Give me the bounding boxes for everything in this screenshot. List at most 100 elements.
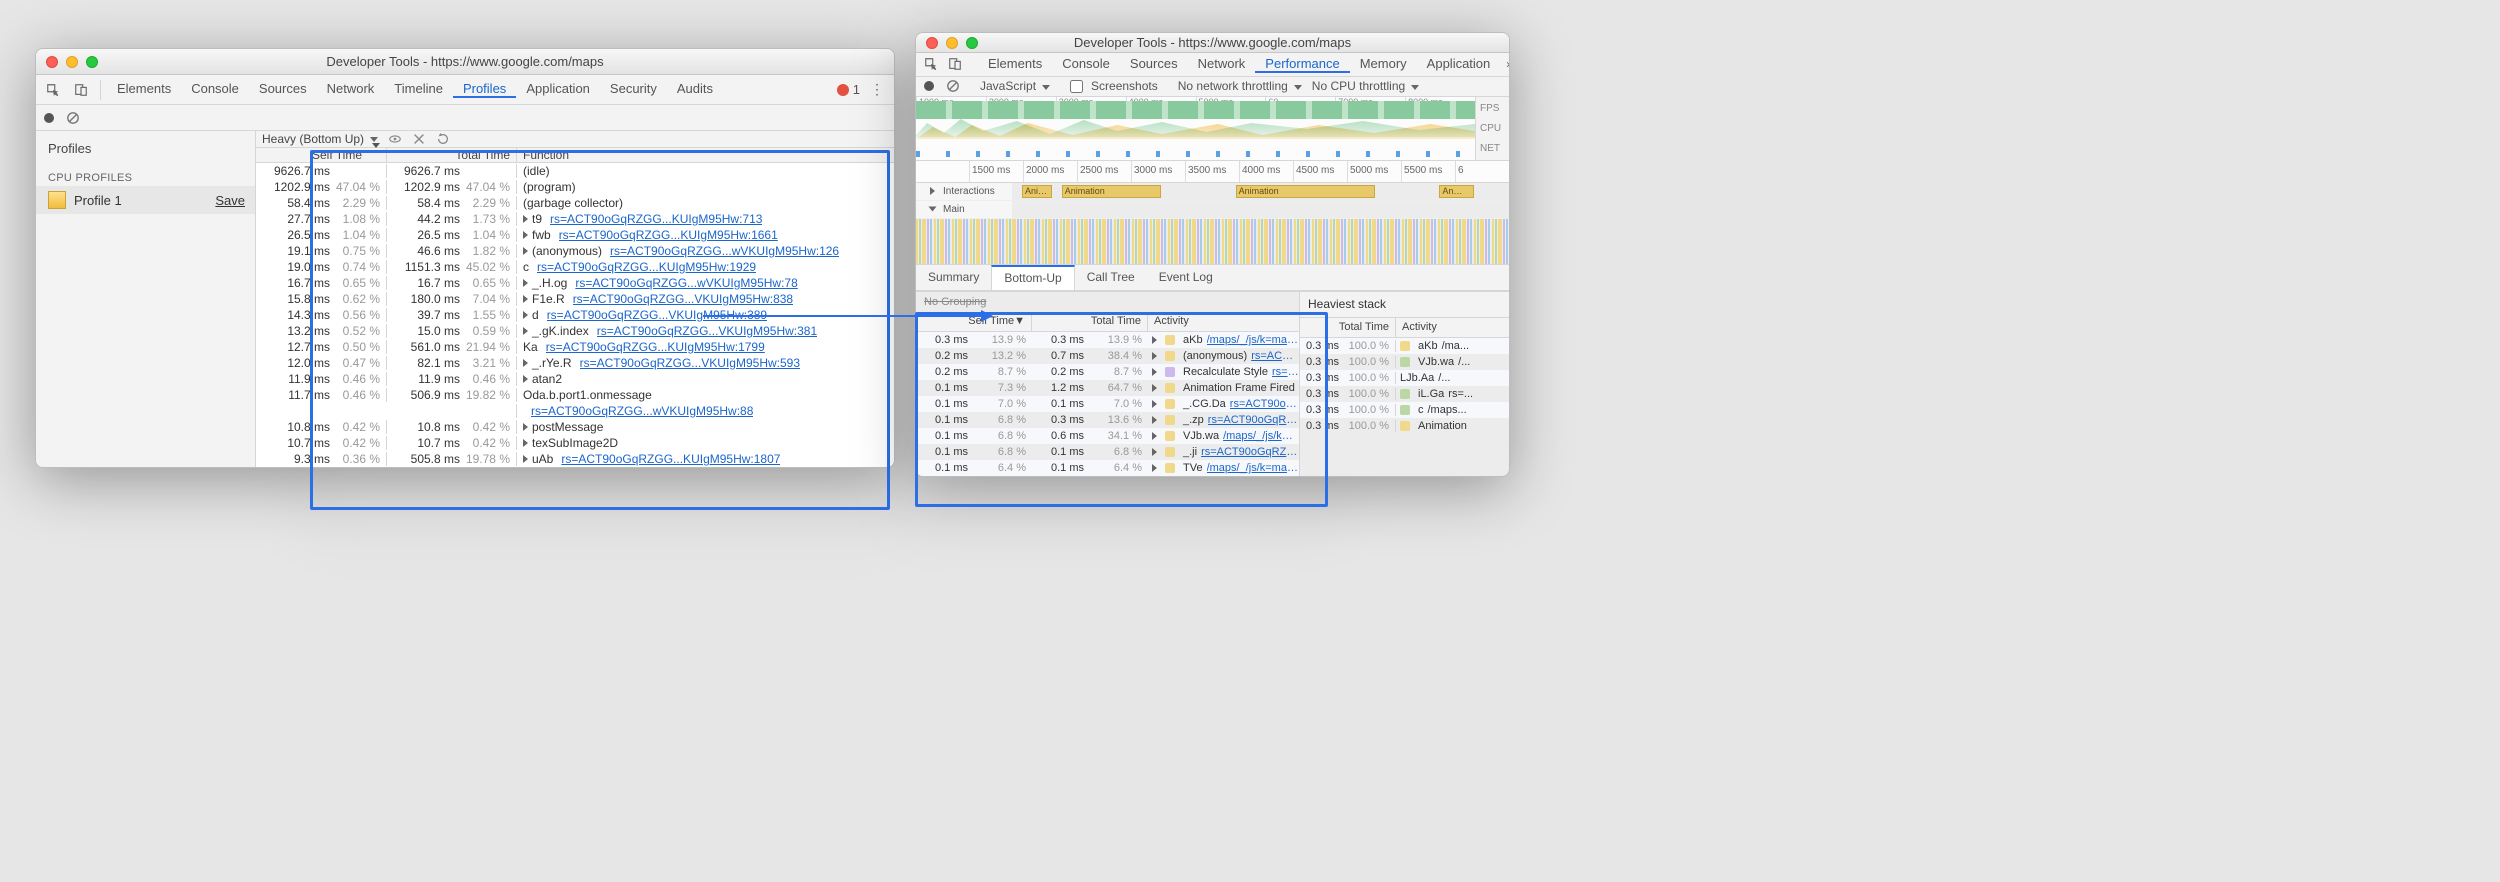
source-link[interactable]: /maps/_/js/k=maps.m.en.yeALR... (1207, 334, 1299, 346)
error-count-badge[interactable]: 1 (837, 82, 860, 97)
track-segment[interactable]: Animation (1062, 185, 1161, 198)
tab-security[interactable]: Security (600, 81, 667, 96)
source-link[interactable]: rs=... (1448, 388, 1473, 400)
heaviest-stack-row[interactable]: 0.3 ms100.0 %VJb.wa /... (1300, 354, 1509, 370)
profile-row[interactable]: 12.7 ms0.50 %561.0 ms21.94 %Kars=ACT90oG… (256, 339, 894, 355)
source-link[interactable]: rs=ACT90oGqRZGG...wVKUIgM95Hw:88 (531, 404, 753, 418)
expand-triangle-icon[interactable] (523, 215, 528, 223)
expand-triangle-icon[interactable] (1152, 384, 1157, 392)
bottom-up-row[interactable]: 0.1 ms6.8 %0.3 ms13.6 %_.zp rs=ACT90oGqR… (916, 412, 1299, 428)
source-link[interactable]: rs=ACT90oGqRZ... (1272, 366, 1299, 378)
tab-profiles[interactable]: Profiles (453, 81, 516, 98)
profile-save-link[interactable]: Save (215, 193, 245, 208)
delete-x-icon[interactable] (412, 132, 426, 146)
close-window-button[interactable] (926, 37, 938, 49)
tab-network[interactable]: Network (1188, 56, 1256, 71)
bottom-tab-bottom-up[interactable]: Bottom-Up (991, 265, 1074, 290)
profile-row[interactable]: 10.8 ms0.42 %10.8 ms0.42 %postMessage (256, 419, 894, 435)
overflow-chevrons-icon[interactable]: » (1506, 57, 1509, 71)
bottom-tab-event-log[interactable]: Event Log (1147, 265, 1225, 290)
profile-row[interactable]: 9626.7 ms9626.7 ms(idle) (256, 163, 894, 179)
track-segment[interactable]: Ani…ion (1022, 185, 1052, 198)
tab-application[interactable]: Application (1417, 56, 1501, 71)
performance-overview[interactable]: 1000 ms2000 ms3000 ms4000 ms5000 ms60700… (916, 97, 1509, 161)
source-link[interactable]: rs=ACT90oGqRZGGxuWo-z8BL... (1201, 446, 1299, 458)
expand-triangle-icon[interactable] (523, 375, 528, 383)
expand-triangle-icon[interactable] (523, 439, 528, 447)
bottom-up-row[interactable]: 0.1 ms7.3 %1.2 ms64.7 %Animation Frame F… (916, 380, 1299, 396)
source-link[interactable]: rs=ACT90oGqRZGG...KUIgM95Hw:713 (550, 212, 762, 226)
heaviest-stack-row[interactable]: 0.3 ms100.0 %Animation (1300, 418, 1509, 434)
profile-row[interactable]: 11.9 ms0.46 %11.9 ms0.46 %atan2 (256, 371, 894, 387)
zoom-window-button[interactable] (966, 37, 978, 49)
expand-triangle-icon[interactable] (1152, 400, 1157, 408)
heaviest-stack-row[interactable]: 0.3 ms100.0 %iL.Ga rs=... (1300, 386, 1509, 402)
profile-row[interactable]: 11.7 ms0.46 %506.9 ms19.82 %Oda.b.port1.… (256, 387, 894, 403)
header-self-time[interactable]: Self Time (312, 148, 362, 162)
grouping-label[interactable]: No Grouping (916, 292, 1299, 312)
tab-memory[interactable]: Memory (1350, 56, 1417, 71)
bottom-up-row[interactable]: 0.1 ms6.8 %0.1 ms6.8 %_.ji rs=ACT90oGqRZ… (916, 444, 1299, 460)
profile-row[interactable]: 9.3 ms0.36 %505.8 ms19.78 %uAbrs=ACT90oG… (256, 451, 894, 467)
js-dropdown[interactable]: JavaScript (980, 79, 1050, 93)
heaviest-stack-row[interactable]: 0.3 ms100.0 %LJb.Aa /... (1300, 370, 1509, 386)
expand-triangle-icon[interactable] (523, 247, 528, 255)
source-link[interactable]: /... (1458, 356, 1470, 368)
tab-timeline[interactable]: Timeline (384, 81, 453, 96)
device-toggle-icon[interactable] (948, 55, 962, 73)
source-link[interactable]: /maps/_/js/k=maps.m.en.ye... (1223, 430, 1299, 442)
header-total-time[interactable]: Total Time (1300, 318, 1396, 337)
profile-row[interactable]: 26.5 ms1.04 %26.5 ms1.04 %fwbrs=ACT90oGq… (256, 227, 894, 243)
source-link[interactable]: rs=ACT90oGqRZGGxuWo... (1230, 398, 1299, 410)
source-link[interactable]: rs=ACT90oGqRZGG...wVKUIgM95Hw:126 (610, 244, 839, 258)
device-toggle-icon[interactable] (72, 81, 90, 99)
refresh-icon[interactable] (436, 132, 450, 146)
tab-sources[interactable]: Sources (249, 81, 317, 96)
minimize-window-button[interactable] (66, 56, 78, 68)
timeline-ruler[interactable]: 1500 ms2000 ms2500 ms3000 ms3500 ms4000 … (916, 161, 1509, 183)
bottom-up-row[interactable]: 0.2 ms8.7 %0.2 ms8.7 %Recalculate Style … (916, 364, 1299, 380)
clear-icon[interactable] (66, 111, 80, 125)
net-throttle-dropdown[interactable]: No network throttling (1178, 79, 1302, 93)
header-total-time[interactable]: Total Time (1091, 315, 1141, 327)
source-link[interactable]: rs=ACT90oGqRZGG...KUIgM95Hw:1661 (559, 228, 778, 242)
expand-triangle-icon[interactable] (1152, 432, 1157, 440)
record-icon[interactable] (42, 111, 56, 125)
tab-elements[interactable]: Elements (978, 56, 1052, 71)
header-activity[interactable]: Activity (1396, 318, 1509, 337)
expand-triangle-icon[interactable] (1152, 336, 1157, 344)
header-total-time[interactable]: Total Time (455, 148, 510, 162)
zoom-window-button[interactable] (86, 56, 98, 68)
source-link[interactable]: rs=ACT90oGqRZGG...KUIgM95Hw:1807 (561, 452, 780, 466)
source-link[interactable]: rs=ACT90oGqRZGG...KUIgM95Hw:1799 (546, 340, 765, 354)
expand-triangle-icon[interactable] (523, 295, 528, 303)
timeline-tracks[interactable]: Interactions Ani…ion Animation Animation… (916, 183, 1509, 219)
track-segment[interactable]: An…on (1439, 185, 1474, 198)
source-link[interactable]: rs=ACT90oGqRZGGx... (1251, 350, 1299, 362)
source-link[interactable]: rs=ACT90oGqRZGGxuWo-z8B... (1208, 414, 1299, 426)
profile-row[interactable]: 12.0 ms0.47 %82.1 ms3.21 %_.rYe.Rrs=ACT9… (256, 355, 894, 371)
header-activity[interactable]: Activity (1154, 315, 1189, 327)
profile-row[interactable]: 13.2 ms0.52 %15.0 ms0.59 %_.gK.indexrs=A… (256, 323, 894, 339)
tab-network[interactable]: Network (317, 81, 385, 96)
header-function[interactable]: Function (523, 148, 569, 162)
profile-row[interactable]: rs=ACT90oGqRZGG...wVKUIgM95Hw:88 (256, 403, 894, 419)
bottom-tab-summary[interactable]: Summary (916, 265, 991, 290)
inspect-element-icon[interactable] (44, 81, 62, 99)
profile-row[interactable]: 16.7 ms0.65 %16.7 ms0.65 %_.H.ogrs=ACT90… (256, 275, 894, 291)
clear-icon[interactable] (946, 79, 960, 93)
inspect-element-icon[interactable] (924, 55, 938, 73)
more-options-icon[interactable]: ⋮ (870, 81, 884, 98)
tab-application[interactable]: Application (516, 81, 600, 96)
profile-row[interactable]: 1202.9 ms47.04 %1202.9 ms47.04 %(program… (256, 179, 894, 195)
expand-triangle-icon[interactable] (1152, 368, 1157, 376)
source-link[interactable]: /... (1438, 372, 1450, 384)
tab-console[interactable]: Console (181, 81, 249, 96)
cpu-throttle-dropdown[interactable]: No CPU throttling (1312, 79, 1419, 93)
profile-row[interactable]: 10.7 ms0.42 %10.7 ms0.42 %texSubImage2D (256, 435, 894, 451)
profile-row[interactable]: 19.0 ms0.74 %1151.3 ms45.02 %crs=ACT90oG… (256, 259, 894, 275)
source-link[interactable]: rs=ACT90oGqRZGG...VKUIgM95Hw:381 (597, 324, 817, 338)
tab-sources[interactable]: Sources (1120, 56, 1188, 71)
profile-row[interactable]: 27.7 ms1.08 %44.2 ms1.73 %t9rs=ACT90oGqR… (256, 211, 894, 227)
tab-performance[interactable]: Performance (1255, 56, 1349, 73)
